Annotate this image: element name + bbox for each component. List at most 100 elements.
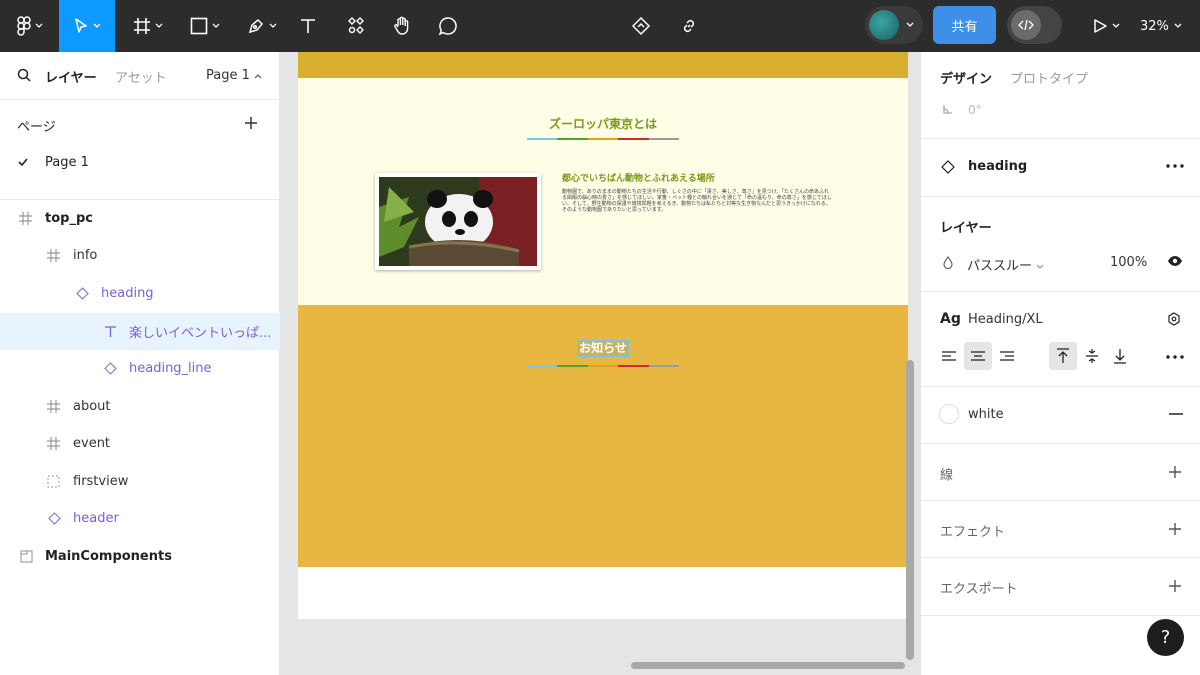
layer-label: MainComponents (45, 549, 172, 564)
frame-hash-icon (45, 248, 61, 264)
user-menu[interactable] (865, 6, 923, 44)
align-left-button[interactable] (935, 342, 963, 370)
align-center-icon (970, 350, 986, 362)
layer-item-maincomponents[interactable]: MainComponents (0, 538, 280, 575)
layer-item-event[interactable]: event (0, 425, 280, 462)
design-canvas[interactable]: ズーロッパ東京とは 都心でいちばん動物とふれあえる場所 動物園で、ありのままの動… (281, 52, 920, 675)
align-bottom-icon (1113, 348, 1127, 364)
layer-label: top_pc (45, 211, 93, 226)
news-section[interactable]: お知らせ (298, 305, 908, 567)
horizontal-scrollbar[interactable] (631, 662, 905, 669)
main-menu-button[interactable] (8, 0, 52, 52)
align-bottom-button[interactable] (1106, 342, 1134, 370)
line-segment (618, 365, 649, 367)
share-button[interactable]: 共有 (933, 6, 996, 44)
line-segment (527, 365, 558, 367)
layer-item-top-pc[interactable]: top_pc (0, 200, 280, 237)
design-header-section: デザイン プロトタイプ 0° (921, 52, 1200, 139)
component-instance-icon (46, 511, 62, 527)
shape-tool-button[interactable] (183, 0, 227, 52)
layer-item-about[interactable]: about (0, 388, 280, 425)
page-selector-label: Page 1 (206, 68, 250, 83)
blend-mode-select[interactable]: パススルー (967, 255, 1044, 274)
copy-link-button[interactable] (672, 0, 706, 52)
hand-tool-button[interactable] (386, 0, 418, 52)
layer-section: レイヤー パススルー 100% (921, 197, 1200, 292)
layer-item-heading[interactable]: heading (0, 275, 280, 312)
add-page-icon[interactable] (244, 116, 258, 130)
tab-prototype[interactable]: プロトタイプ (1010, 68, 1088, 87)
resources-tool-button[interactable] (340, 0, 372, 52)
text-style-name[interactable]: Heading/XL (968, 312, 1043, 327)
panda-photo[interactable] (375, 173, 541, 270)
component-instance-icon (74, 286, 90, 302)
comment-tool-button[interactable] (432, 0, 464, 52)
blend-mode-label: パススルー (967, 259, 1033, 274)
vertical-scrollbar[interactable] (906, 360, 914, 660)
effects-section: エフェクト (921, 501, 1200, 558)
page-item[interactable]: Page 1 (0, 148, 280, 180)
chevron-down-icon (1036, 264, 1044, 270)
chevron-down-icon (155, 23, 163, 29)
align-middle-icon (1085, 348, 1099, 364)
component-instance-icon (102, 361, 118, 377)
add-effect-icon[interactable] (1168, 522, 1182, 536)
remove-fill-icon[interactable] (1169, 413, 1183, 415)
info-section[interactable]: ズーロッパ東京とは 都心でいちばん動物とふれあえる場所 動物園で、ありのままの動… (298, 78, 908, 305)
page-selector[interactable]: Page 1 (206, 68, 262, 83)
zoom-menu[interactable]: 32% (1140, 0, 1182, 52)
layer-item-header[interactable]: header (0, 500, 280, 537)
layer-item-info[interactable]: info (0, 237, 280, 274)
info-subheading[interactable]: 都心でいちばん動物とふれあえる場所 (562, 171, 715, 184)
zoom-level: 32% (1140, 18, 1169, 34)
chevron-down-icon (906, 22, 914, 28)
info-heading[interactable]: ズーロッパ東京とは (298, 115, 908, 132)
component-name[interactable]: heading (968, 159, 1027, 174)
dev-mode-toggle[interactable] (1007, 6, 1062, 44)
dev-handoff-button[interactable] (624, 0, 658, 52)
tab-layers[interactable]: レイヤー (45, 67, 97, 86)
text-tool-button[interactable] (292, 0, 324, 52)
text-style-icon: Ag (940, 311, 961, 327)
component-swap-icon (631, 16, 651, 36)
layer-item-firstview[interactable]: firstview (0, 463, 280, 500)
selection-box[interactable]: お知らせ (577, 340, 629, 357)
fill-name[interactable]: white (968, 407, 1004, 422)
link-icon (680, 17, 698, 35)
opacity-field[interactable]: 100% (1110, 255, 1147, 270)
align-middle-button[interactable] (1078, 342, 1106, 370)
code-brackets-icon (1011, 10, 1041, 40)
tab-design[interactable]: デザイン (940, 68, 992, 87)
add-stroke-icon[interactable] (1168, 465, 1182, 479)
tab-assets[interactable]: アセット (115, 67, 167, 86)
frame-tool-button[interactable] (126, 0, 170, 52)
chevron-up-icon (254, 73, 262, 79)
left-panel-tabs: レイヤー アセット Page 1 (0, 52, 280, 100)
more-options-icon[interactable] (1165, 350, 1185, 364)
layer-item-text-selected[interactable]: 楽しいイベントいっぱ... (0, 313, 280, 350)
help-button[interactable]: ? (1147, 619, 1184, 656)
move-tool-button[interactable] (59, 0, 115, 52)
detach-style-icon[interactable] (1167, 312, 1181, 326)
search-icon[interactable] (17, 68, 31, 82)
align-right-button[interactable] (993, 342, 1021, 370)
toolbar: 共有 32% (0, 0, 1200, 52)
rotation-field[interactable]: 0° (968, 103, 982, 117)
add-export-icon[interactable] (1168, 579, 1182, 593)
present-button[interactable] (1086, 0, 1126, 52)
layer-item-heading-line[interactable]: heading_line (0, 350, 280, 387)
align-top-button[interactable] (1049, 342, 1077, 370)
stroke-label: 線 (940, 468, 954, 483)
eye-icon[interactable] (1167, 255, 1183, 267)
more-options-icon[interactable] (1165, 159, 1185, 173)
rotation-icon (943, 104, 953, 114)
heading-line (527, 138, 680, 140)
fill-swatch[interactable] (939, 404, 959, 424)
align-center-button[interactable] (964, 342, 992, 370)
pen-tool-button[interactable] (240, 0, 284, 52)
chevron-down-icon (93, 23, 101, 29)
info-body-text[interactable]: 動物園で、ありのままの動物たちの生活や行動、しぐさの中に「凄さ、美しさ、尊さ」を… (562, 189, 832, 213)
panda-image (379, 177, 537, 266)
frame-top-pc[interactable]: ズーロッパ東京とは 都心でいちばん動物とふれあえる場所 動物園で、ありのままの動… (298, 52, 908, 619)
heading-line (527, 365, 680, 367)
